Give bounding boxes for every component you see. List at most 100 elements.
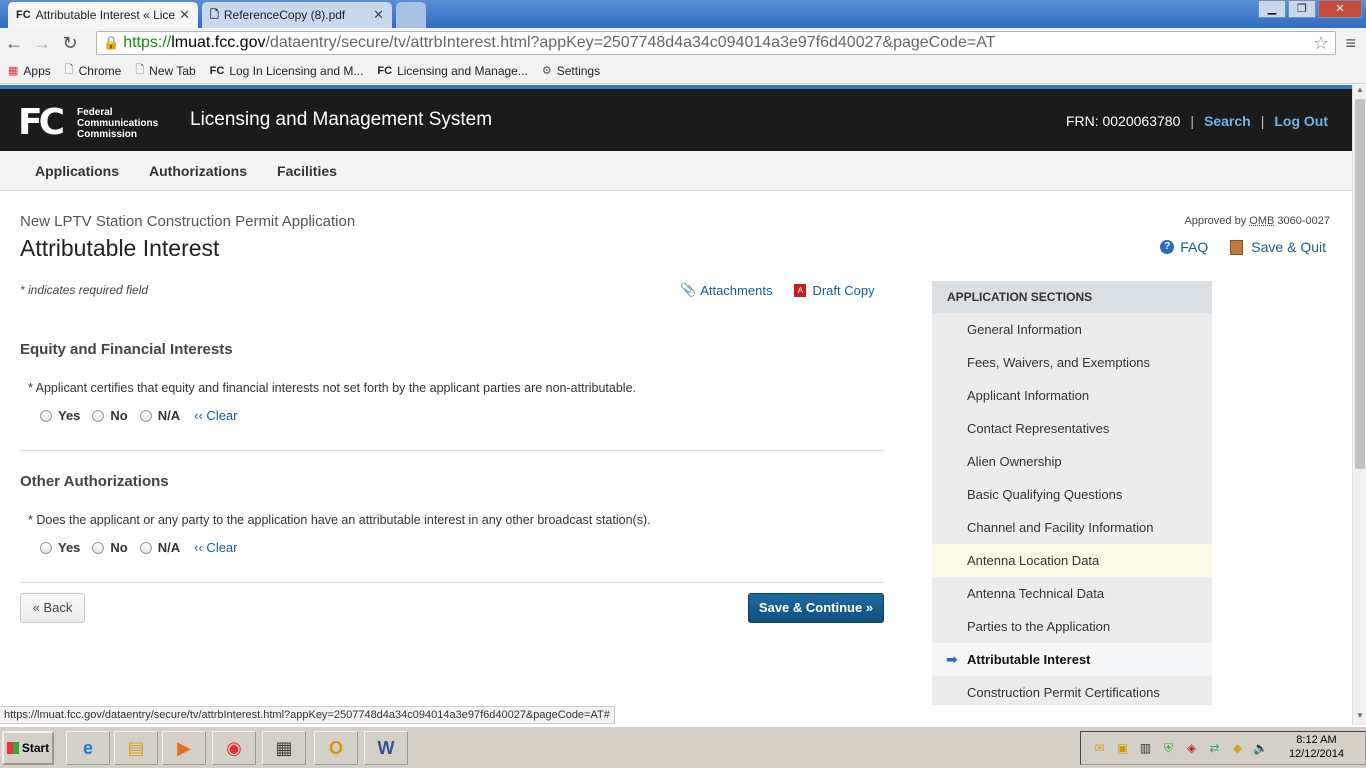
scroll-up-icon[interactable]: ▲ — [1353, 85, 1366, 99]
start-button[interactable]: Start — [2, 731, 54, 765]
bookmark-chrome[interactable]: 🗋 Chrome — [65, 61, 122, 80]
help-icon: ? — [1160, 240, 1175, 254]
fcc-logo-mark: FC — [18, 102, 65, 143]
sidebar-item[interactable]: Antenna Location Data — [932, 544, 1212, 577]
address-bar[interactable]: 🔒 https://lmuat.fcc.gov/dataentry/secure… — [96, 31, 1336, 55]
sidebar-item-label: Applicant Information — [967, 388, 1090, 403]
bookmark-apps[interactable]: ▦ Apps — [8, 64, 51, 78]
new-tab-button[interactable] — [396, 2, 426, 28]
logout-link[interactable]: Log Out — [1274, 113, 1328, 129]
faq-link[interactable]: ? FAQ — [1160, 239, 1208, 255]
search-link[interactable]: Search — [1204, 113, 1251, 129]
draft-copy-link[interactable]: A Draft Copy — [794, 282, 875, 298]
outlook-icon[interactable]: O — [314, 731, 358, 765]
radio-circle[interactable] — [92, 409, 105, 422]
nav-facilities[interactable]: Facilities — [277, 163, 337, 179]
sidebar-item-label: Channel and Facility Information — [967, 520, 1154, 535]
sidebar-item[interactable]: Applicant Information — [932, 379, 1212, 412]
radio-na[interactable]: N/A — [139, 408, 180, 423]
sidebar-item[interactable]: Contact Representatives — [932, 412, 1212, 445]
security-shield-icon[interactable]: ⛨ — [1160, 740, 1177, 757]
bookmark-star-icon[interactable]: ☆ — [1313, 33, 1329, 54]
browser-tab-pdf[interactable]: 🗋 ReferenceCopy (8).pdf ✕ — [202, 2, 392, 28]
sidebar-item-label: Attributable Interest — [967, 652, 1091, 667]
bookmark-licensing[interactable]: FC Licensing and Manage... — [377, 64, 527, 78]
bookmark-new-tab[interactable]: 🗋 New Tab — [135, 61, 195, 80]
required-field-note: * indicates required field — [20, 283, 149, 297]
mail-icon[interactable]: ✉ — [1091, 740, 1108, 757]
back-arrow-icon[interactable]: ← — [0, 33, 28, 54]
sidebar-item-label: Construction Permit Certifications — [967, 685, 1160, 700]
system-clock[interactable]: 8:12 AM 12/12/2014 — [1289, 733, 1344, 761]
save-continue-button[interactable]: Save & Continue » — [748, 593, 884, 623]
nav-authorizations[interactable]: Authorizations — [149, 163, 247, 179]
close-tab-icon[interactable]: ✕ — [373, 7, 384, 23]
update-icon[interactable]: ◆ — [1229, 740, 1246, 757]
bookmark-settings[interactable]: ⚙ Settings — [542, 64, 600, 78]
question-text: * Applicant certifies that equity and fi… — [28, 381, 636, 395]
radio-yes[interactable]: Yes — [40, 540, 80, 555]
network-icon[interactable]: ▥ — [1137, 740, 1154, 757]
save-quit-link[interactable]: Save & Quit — [1230, 239, 1326, 255]
fcc-org-name: Federal Communications Commission — [77, 106, 159, 140]
status-bar-url: https://lmuat.fcc.gov/dataentry/secure/t… — [0, 706, 615, 724]
section-equity-financial: Equity and Financial Interests * Applica… — [20, 341, 884, 431]
radio-circle[interactable] — [40, 541, 52, 554]
sidebar-item[interactable]: Channel and Facility Information — [932, 511, 1212, 544]
file-explorer-icon[interactable]: ▤ — [114, 731, 158, 765]
radio-circle[interactable] — [92, 541, 105, 554]
clear-link[interactable]: ‹‹ Clear — [194, 540, 237, 555]
site-header: FC Federal Communications Commission Lic… — [0, 85, 1352, 151]
radio-circle[interactable] — [139, 409, 152, 422]
close-window-icon[interactable]: ✕ — [1318, 0, 1362, 18]
attachments-link[interactable]: 📎 Attachments — [680, 282, 772, 298]
document-links: 📎 Attachments A Draft Copy — [680, 282, 875, 298]
antivirus-icon[interactable]: ◈ — [1183, 740, 1200, 757]
ie-icon[interactable]: e — [66, 731, 110, 765]
reload-icon[interactable]: ↻ — [56, 33, 84, 54]
radio-group: Yes No N/A ‹‹ Clear — [40, 408, 238, 423]
close-tab-icon[interactable]: ✕ — [179, 7, 190, 23]
sidebar-item[interactable]: Construction Permit Certifications — [932, 676, 1212, 705]
forward-arrow-icon[interactable]: → — [28, 33, 56, 54]
sidebar-item[interactable]: Parties to the Application — [932, 610, 1212, 643]
scroll-down-icon[interactable]: ▼ — [1353, 711, 1366, 725]
sidebar-item[interactable]: Alien Ownership — [932, 445, 1212, 478]
chrome-menu-icon[interactable]: ≡ — [1345, 33, 1356, 54]
back-button[interactable]: « Back — [20, 593, 85, 623]
restore-icon[interactable]: ❐ — [1288, 0, 1316, 18]
sidebar-item[interactable]: General Information — [932, 313, 1212, 346]
browser-toolbar: ← → ↻ 🔒 https://lmuat.fcc.gov/dataentry/… — [0, 28, 1366, 58]
radio-yes[interactable]: Yes — [40, 408, 80, 423]
radio-circle[interactable] — [139, 541, 152, 554]
minimize-icon[interactable]: ▁ — [1258, 0, 1286, 18]
scroll-thumb[interactable] — [1355, 99, 1365, 469]
radio-circle[interactable] — [40, 409, 52, 422]
calculator-icon[interactable]: ▦ — [262, 731, 306, 765]
browser-tab-active[interactable]: FC Attributable Interest « Licens ✕ — [8, 2, 198, 28]
gear-icon: ⚙ — [541, 65, 552, 77]
divider — [20, 450, 884, 451]
nav-applications[interactable]: Applications — [35, 163, 119, 179]
radio-na[interactable]: N/A — [139, 540, 180, 555]
chrome-icon[interactable]: ◉ — [212, 731, 256, 765]
word-icon[interactable]: W — [364, 731, 408, 765]
sidebar-item[interactable]: ➡ Attributable Interest — [932, 643, 1212, 676]
sidebar-item[interactable]: Antenna Technical Data — [932, 577, 1212, 610]
sidebar-item-label: Antenna Technical Data — [967, 586, 1105, 601]
sync-icon[interactable]: ⇄ — [1206, 740, 1223, 757]
page-scrollbar[interactable]: ▲ ▼ — [1352, 85, 1366, 725]
sidebar-item-label: Antenna Location Data — [967, 553, 1100, 568]
sidebar-items: General Information Fees, Waivers, and Ex… — [932, 313, 1212, 705]
clear-link[interactable]: ‹‹ Clear — [194, 408, 237, 423]
bookmark-login[interactable]: FC Log In Licensing and M... — [210, 64, 364, 78]
outlook-tray-icon[interactable]: ▣ — [1114, 740, 1131, 757]
fcc-logo[interactable]: FC Federal Communications Commission — [18, 105, 158, 141]
radio-no[interactable]: No — [92, 408, 128, 423]
sidebar-item[interactable]: Basic Qualifying Questions — [932, 478, 1212, 511]
volume-icon[interactable]: 🔈 — [1252, 740, 1269, 757]
media-player-icon[interactable]: ▶ — [162, 731, 206, 765]
sidebar-item[interactable]: Fees, Waivers, and Exemptions — [932, 346, 1212, 379]
sidebar-item-label: Fees, Waivers, and Exemptions — [967, 355, 1151, 370]
radio-no[interactable]: No — [92, 540, 128, 555]
